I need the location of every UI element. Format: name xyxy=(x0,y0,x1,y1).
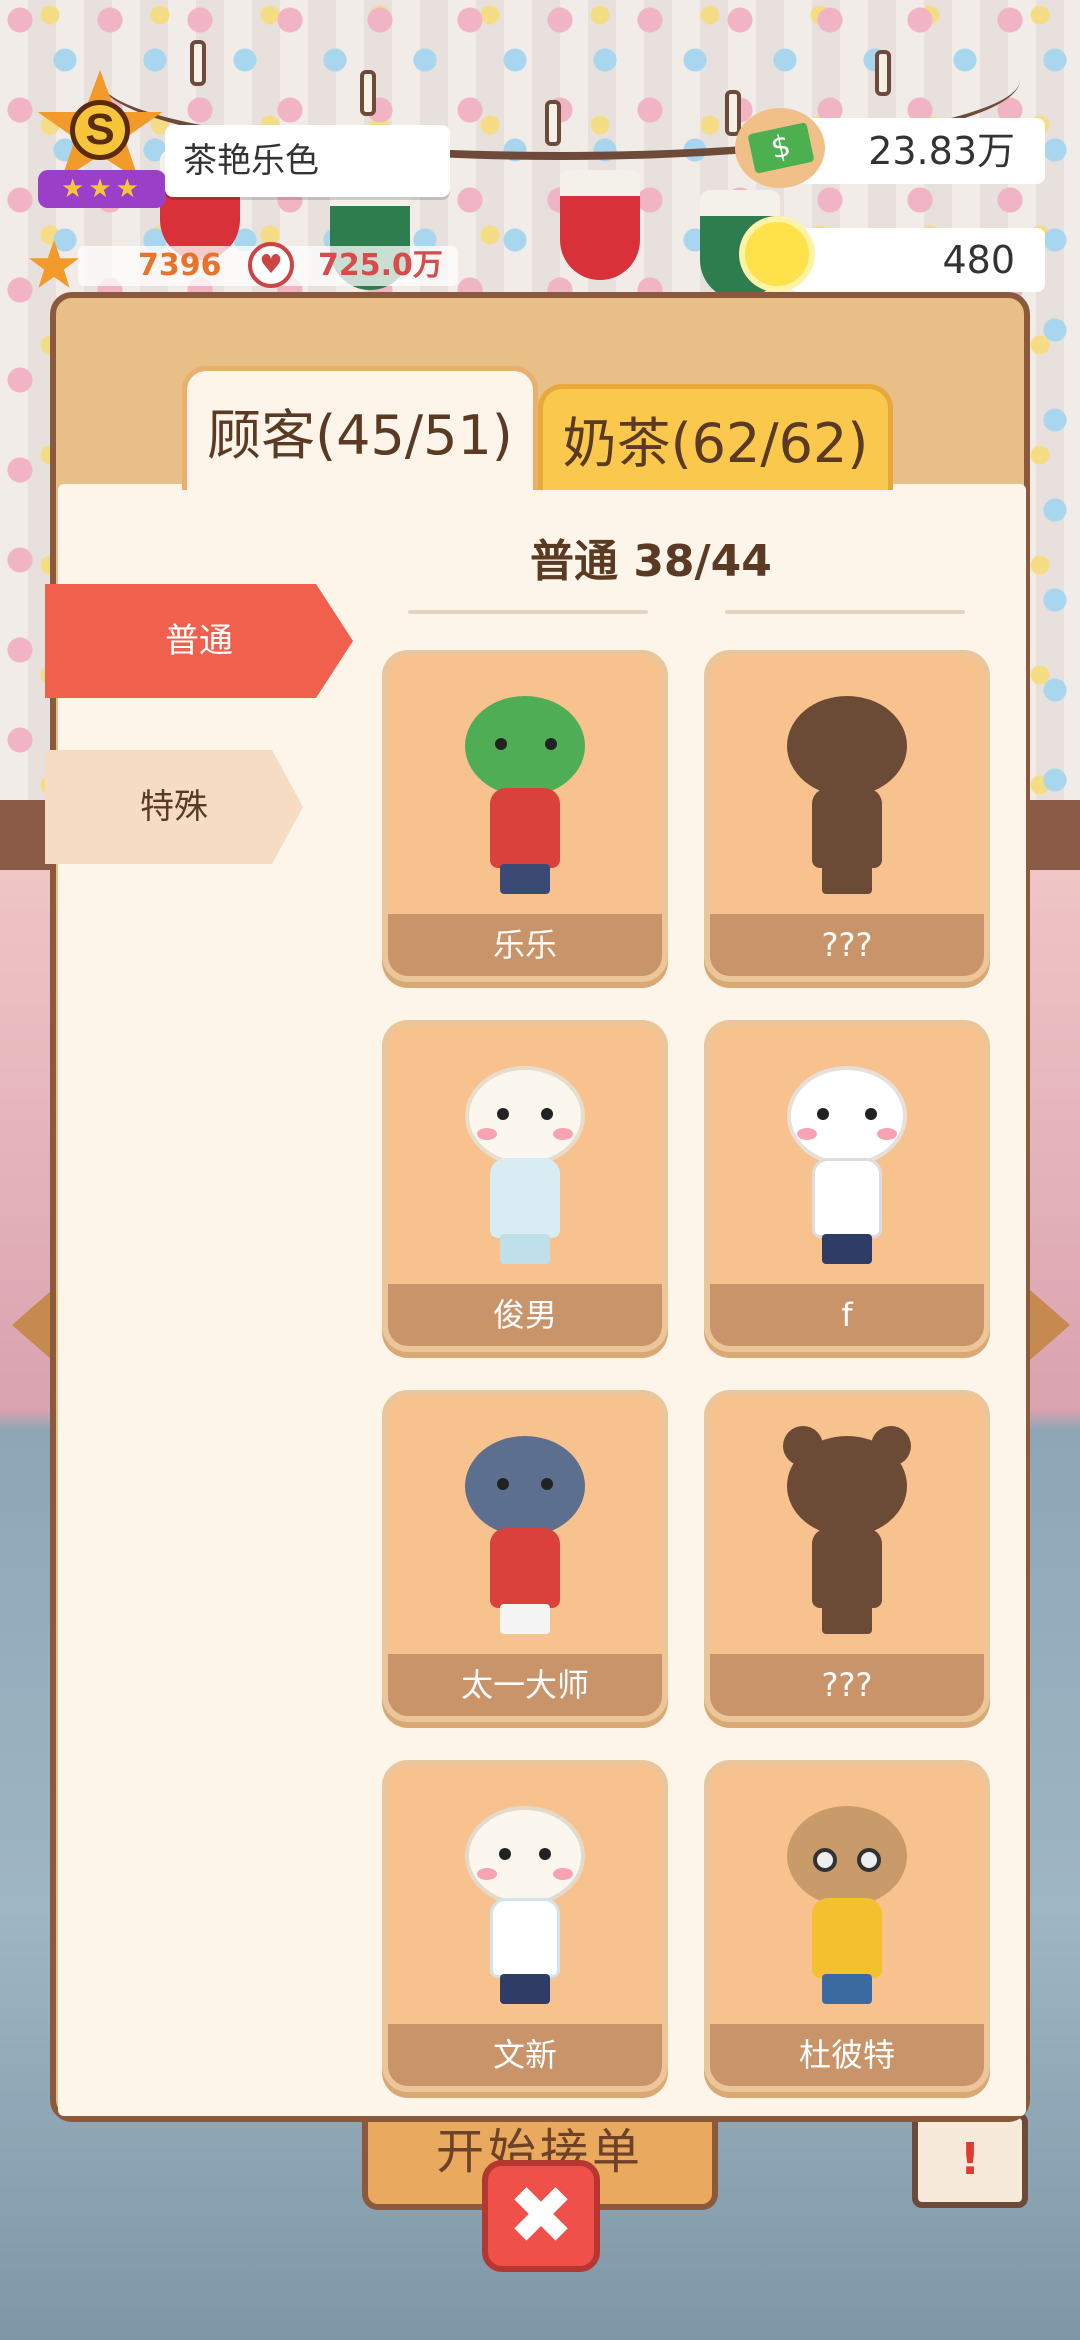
customer-card-locked[interactable]: ??? xyxy=(704,1390,990,1722)
fans-icon: ♥ xyxy=(248,242,294,288)
star-count: 7396 xyxy=(138,248,222,283)
card-name: 乐乐 xyxy=(388,914,662,976)
clothespin-decoration xyxy=(545,100,561,146)
customer-card[interactable]: 文新 xyxy=(382,1760,668,2092)
rank-letter: S xyxy=(70,100,130,160)
customer-card-locked[interactable]: ??? xyxy=(704,650,990,982)
notice-board-icon[interactable]: ! xyxy=(912,2112,1028,2208)
goat-character-image xyxy=(777,1066,917,1266)
customer-card[interactable]: 俊男 xyxy=(382,1020,668,1352)
tab-customers[interactable]: 顾客(45/51) xyxy=(182,366,538,490)
money-icon xyxy=(735,108,825,188)
pug-character-image xyxy=(777,1806,917,2006)
alpaca-character-image xyxy=(455,1066,595,1266)
customer-card[interactable]: f xyxy=(704,1020,990,1352)
customer-card[interactable]: 杜彼特 xyxy=(704,1760,990,2092)
clothespin-decoration xyxy=(875,50,891,96)
lightbulb-icon xyxy=(745,222,809,286)
locked-silhouette-image xyxy=(777,696,917,896)
clothespin-decoration xyxy=(190,40,206,86)
sheep-character-image xyxy=(455,1806,595,2006)
card-name: 杜彼特 xyxy=(710,2024,984,2086)
tab-milk-tea[interactable]: 奶茶(62/62) xyxy=(538,384,893,490)
card-name: 俊男 xyxy=(388,1284,662,1346)
ideas-counter[interactable]: 480 xyxy=(790,228,1045,292)
rank-stars: ★★★ xyxy=(38,170,166,208)
rank-badge[interactable]: S ★★★ xyxy=(30,70,170,210)
category-special[interactable]: 特殊 xyxy=(45,750,303,864)
close-icon: ✖ xyxy=(507,2169,575,2262)
divider xyxy=(408,610,648,614)
category-normal[interactable]: 普通 xyxy=(45,584,353,698)
player-stats: 7396 ♥ 725.0万 xyxy=(28,240,458,290)
clothespin-decoration xyxy=(360,70,376,116)
divider xyxy=(725,610,965,614)
dinosaur-character-image xyxy=(455,696,595,896)
card-name: ??? xyxy=(710,1654,984,1716)
card-name: 太一大师 xyxy=(388,1654,662,1716)
card-name: ??? xyxy=(710,914,984,976)
star-icon xyxy=(29,240,79,288)
stocking-decoration xyxy=(560,170,640,280)
customer-card[interactable]: 乐乐 xyxy=(382,650,668,982)
customer-card[interactable]: 太一大师 xyxy=(382,1390,668,1722)
locked-silhouette-image xyxy=(777,1426,917,1636)
clothespin-decoration xyxy=(725,90,741,136)
fans-count: 725.0万 xyxy=(318,248,443,283)
card-name: 文新 xyxy=(388,2024,662,2086)
close-button[interactable]: ✖ xyxy=(482,2160,600,2272)
elephant-character-image xyxy=(455,1436,595,1636)
player-name[interactable]: 茶艳乐色 xyxy=(165,125,450,197)
card-name: f xyxy=(710,1284,984,1346)
section-title: 普通 38/44 xyxy=(530,536,772,587)
